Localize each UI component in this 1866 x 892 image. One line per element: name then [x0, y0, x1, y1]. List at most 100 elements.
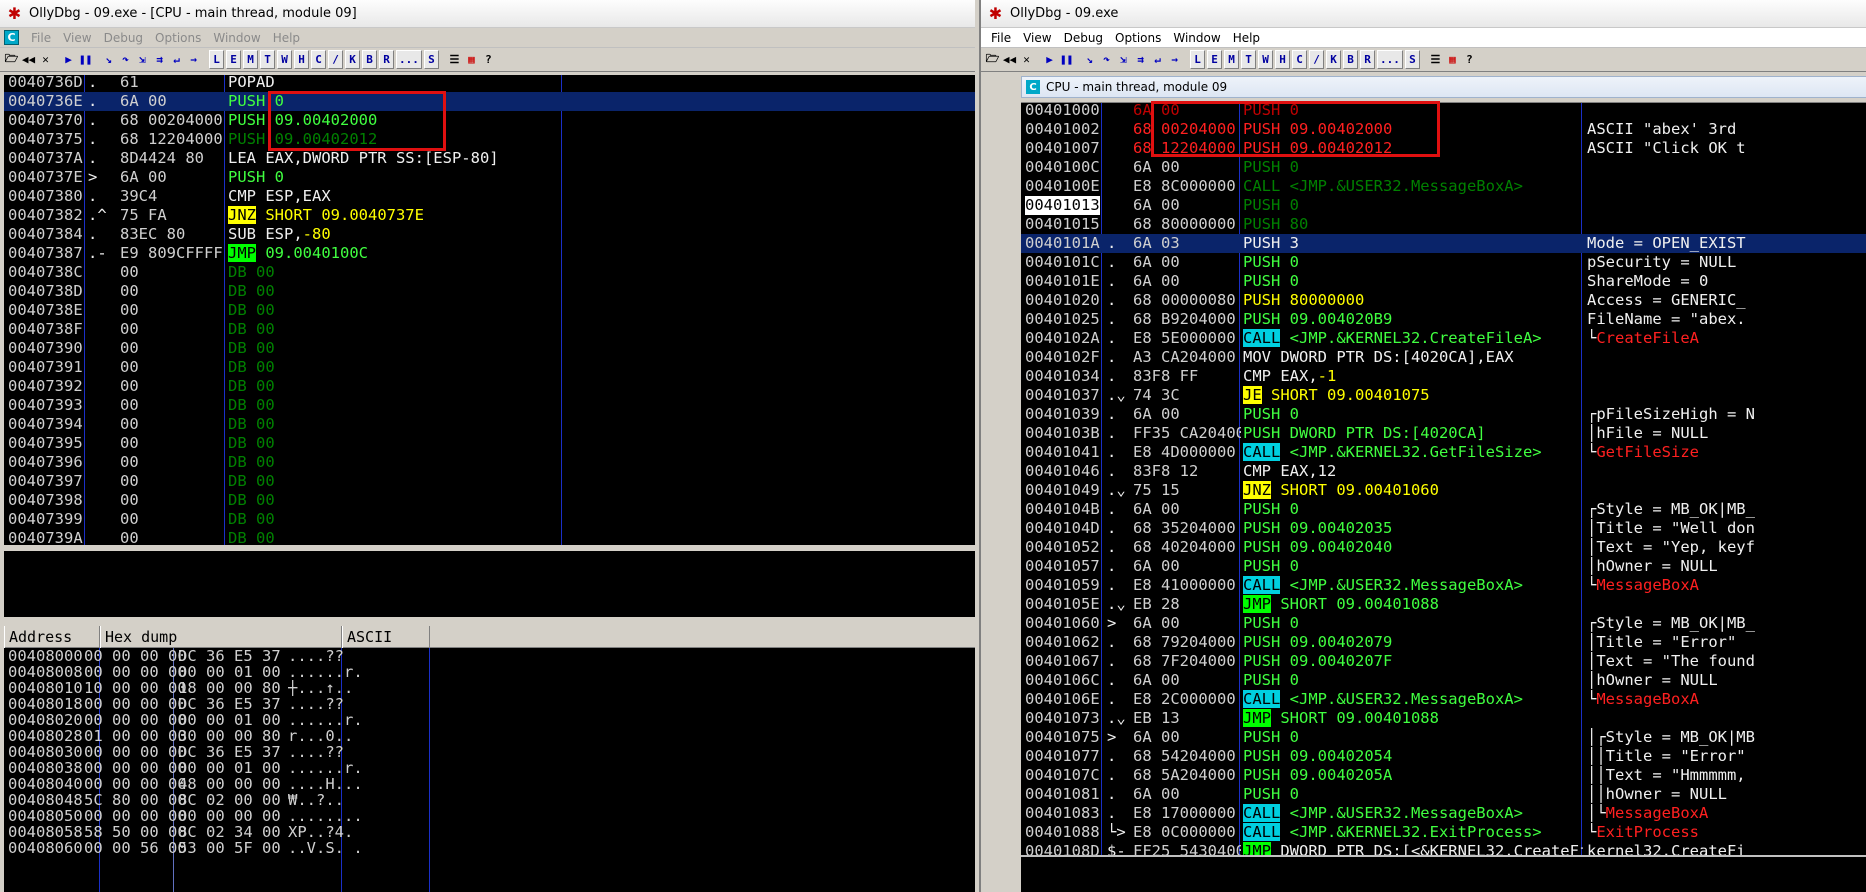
disasm-address[interactable]: 00401037	[1025, 386, 1100, 405]
disasm-address[interactable]: 0040106E	[1025, 690, 1100, 709]
disasm-address[interactable]: 00401046	[1025, 462, 1100, 481]
dump-row[interactable]: 00408010 10 00 00 00 18 00 00 80 ┼...↑..	[4, 680, 975, 696]
pause-icon[interactable]: ❚❚	[1059, 50, 1074, 69]
dump-hex-bytes[interactable]: 8C 02 34 00	[178, 824, 281, 840]
disasm-address[interactable]: 00401025	[1025, 310, 1100, 329]
toolbar-button-l[interactable]: L	[1190, 50, 1205, 69]
dump-ascii[interactable]: ....??	[288, 696, 344, 712]
disasm-row[interactable]: 0040100E E8 8C000000 CALL <JMP.&USER32.Mes…	[1021, 177, 1866, 196]
dump-ascii[interactable]: r...0..	[288, 728, 353, 744]
disasm-row[interactable]: 00407393 00 DB 00	[4, 396, 975, 415]
toolbar-button-w[interactable]: W	[1258, 50, 1273, 69]
disasm-address[interactable]: 0040736D	[8, 75, 83, 92]
dump-ascii[interactable]: ........	[288, 808, 363, 824]
disasm-row[interactable]: 00407392 00 DB 00	[4, 377, 975, 396]
dump-ascii[interactable]: XP..?4.	[288, 824, 353, 840]
dump-hex-bytes[interactable]: 00 00 00 00	[84, 664, 187, 680]
disasm-address[interactable]: 0040737E	[8, 168, 83, 187]
disasm-address[interactable]: 0040107C	[1025, 766, 1100, 785]
toolbar-button-k[interactable]: K	[345, 50, 360, 69]
dump-hex-bytes[interactable]: 30 00 00 80	[178, 728, 281, 744]
dump-hex-bytes[interactable]: 00 00 01 00	[178, 760, 281, 776]
toolbar-button-k[interactable]: K	[1326, 50, 1341, 69]
title-bar-right[interactable]: ✱ OllyDbg - 09.exe	[981, 0, 1866, 28]
goto-icon[interactable]: →	[186, 50, 201, 69]
disasm-row[interactable]: 00401007 68 12204000 PUSH 09.00402012 ASCII…	[1021, 139, 1866, 158]
disasm-address[interactable]: 0040738D	[8, 282, 83, 301]
disasm-row[interactable]: 0040101E. 6A 00 PUSH 0 ShareMode = 0	[1021, 272, 1866, 291]
dump-hex-bytes[interactable]: 00 00 01 00	[178, 664, 281, 680]
disasm-row[interactable]: 0040736E. 6A 00 PUSH 0	[4, 92, 975, 111]
disasm-row[interactable]: 00401052. 68 40204000 PUSH 09.00402040 │Tex…	[1021, 538, 1866, 557]
disasm-row[interactable]: 00407396 00 DB 00	[4, 453, 975, 472]
execute-till-return-icon[interactable]: ↵	[1150, 50, 1165, 69]
disasm-row[interactable]: 0040108D $- FF25 54304000JMP DWORD PTR DS:…	[1021, 842, 1866, 855]
disasm-row[interactable]: 00407382 .^ 75 FA JNZ SHORT 09.0040737E	[4, 206, 975, 225]
step-over-icon[interactable]: ↷	[118, 50, 133, 69]
folder-icon[interactable]: 🗁	[985, 50, 1000, 69]
toolbar-button-t[interactable]: T	[1241, 50, 1256, 69]
menu-file[interactable]: File	[25, 31, 57, 45]
dump-address[interactable]: 00408050	[8, 808, 83, 824]
disasm-address[interactable]: 0040108D	[1025, 842, 1100, 855]
disasm-address[interactable]: 0040102F	[1025, 348, 1100, 367]
dump-address[interactable]: 00408040	[8, 776, 83, 792]
toolbar-button-r[interactable]: R	[1360, 50, 1375, 69]
disasm-row[interactable]: 0040738C 00 DB 00	[4, 263, 975, 282]
disasm-row[interactable]: 0040103B. FF35 CA204000PUSH DWORD PTR DS:…	[1021, 424, 1866, 443]
dump-address[interactable]: 00408030	[8, 744, 83, 760]
dump-address[interactable]: 00408038	[8, 760, 83, 776]
dump-address[interactable]: 00408058	[8, 824, 83, 840]
dump-col-address[interactable]: Address	[4, 626, 100, 648]
disasm-address[interactable]: 00407382	[8, 206, 83, 225]
disasm-address[interactable]: 00401077	[1025, 747, 1100, 766]
trace-over-icon[interactable]: ⇉	[152, 50, 167, 69]
disasm-row[interactable]: 00407399 00 DB 00	[4, 510, 975, 529]
menu-debug[interactable]: Debug	[98, 31, 149, 45]
disasm-address[interactable]: 00401073	[1025, 709, 1100, 728]
disasm-row[interactable]: 0040107C. 68 5A204000 PUSH 09.0040205A ││Te…	[1021, 766, 1866, 785]
disasm-address[interactable]: 00407380	[8, 187, 83, 206]
disasm-address[interactable]: 00407392	[8, 377, 83, 396]
disasm-row[interactable]: 0040104B. 6A 00 PUSH 0 ┌Style = MB_OK|MB_	[1021, 500, 1866, 519]
toolbar-button-e[interactable]: E	[226, 50, 241, 69]
close-icon[interactable]: ✕	[38, 50, 53, 69]
dump-ascii[interactable]: ....??	[288, 648, 344, 664]
dump-hex-bytes[interactable]: 00 00 00 00	[84, 808, 187, 824]
disasm-address[interactable]: 0040100E	[1025, 177, 1100, 196]
toolbar-button-s[interactable]: S	[1404, 50, 1420, 69]
disasm-address[interactable]: 00401007	[1025, 139, 1100, 158]
disasm-address[interactable]: 00401060	[1025, 614, 1100, 633]
menu-options[interactable]: Options	[149, 31, 207, 45]
disasm-address[interactable]: 0040105E	[1025, 595, 1100, 614]
list-icon[interactable]: ☰	[447, 50, 462, 69]
disasm-address[interactable]: 00401041	[1025, 443, 1100, 462]
disasm-row[interactable]: 0040102A. E8 5E000000 CALL <JMP.&KERNEL32.…	[1021, 329, 1866, 348]
toolbar-button-h[interactable]: H	[1275, 50, 1290, 69]
trace-into-icon[interactable]: ⇲	[1116, 50, 1131, 69]
disasm-address[interactable]: 0040101C	[1025, 253, 1100, 272]
dump-ascii[interactable]: ....??	[288, 744, 344, 760]
disasm-address[interactable]: 00401059	[1025, 576, 1100, 595]
disasm-row[interactable]: 00401020. 68 00000080 PUSH 80000000 Access …	[1021, 291, 1866, 310]
title-bar-left[interactable]: ✱ OllyDbg - 09.exe - [CPU - main thread,…	[0, 0, 975, 28]
trace-over-icon[interactable]: ⇉	[1133, 50, 1148, 69]
disasm-address[interactable]: 0040738E	[8, 301, 83, 320]
dump-row[interactable]: 00408058 58 50 00 00 8C 02 34 00 XP..?4.	[4, 824, 975, 840]
toolbar-button-h[interactable]: H	[294, 50, 309, 69]
disasm-row[interactable]: 00401059. E8 41000000 CALL <JMP.&USER32.Me…	[1021, 576, 1866, 595]
disasm-address[interactable]: 00401067	[1025, 652, 1100, 671]
disasm-row[interactable]: 00401081. 6A 00 PUSH 0 ││hOwner = NULL	[1021, 785, 1866, 804]
disassembly-pane-left[interactable]: 0040736D. 61 POPAD 0040736E. 6A 00 PUSH 0 0040…	[4, 75, 975, 545]
disasm-row[interactable]: 00401067. 68 7F204000 PUSH 09.0040207F │Tex…	[1021, 652, 1866, 671]
disasm-address[interactable]: 00401020	[1025, 291, 1100, 310]
dump-row[interactable]: 00408000 00 00 00 00 DC 36 E5 37....??	[4, 648, 975, 664]
disasm-row[interactable]: 0040737E >6A 00 PUSH 0	[4, 168, 975, 187]
dump-address[interactable]: 00408060	[8, 840, 83, 856]
disasm-row[interactable]: 0040738F 00 DB 00	[4, 320, 975, 339]
folder-icon[interactable]: 🗁	[4, 50, 19, 69]
disassembly-pane-right[interactable]: 00401000 6A 00 PUSH 0 00401002 68 00204000 PU…	[1021, 102, 1866, 855]
dump-row[interactable]: 00408030 00 00 00 00 DC 36 E5 37....??	[4, 744, 975, 760]
disasm-row[interactable]: 00401046. 83F8 12 CMP EAX,12	[1021, 462, 1866, 481]
list-icon[interactable]: ☰	[1428, 50, 1443, 69]
